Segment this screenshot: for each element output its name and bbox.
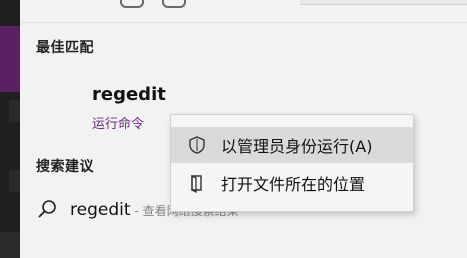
search-top-bar bbox=[20, 0, 467, 23]
menu-item-open-file-location[interactable]: 打开文件所在的位置 bbox=[171, 165, 413, 201]
search-suggestions-heading: 搜索建议 bbox=[36, 159, 94, 175]
left-rail-button[interactable] bbox=[9, 170, 20, 192]
shield-icon bbox=[185, 133, 209, 157]
folder-location-icon bbox=[185, 171, 209, 195]
left-rail-selected-indicator bbox=[0, 26, 20, 92]
best-match-heading: 最佳匹配 bbox=[36, 40, 94, 56]
menu-item-label: 以管理员身份运行(A) bbox=[221, 137, 373, 156]
best-match-app-subtitle: 运行命令 bbox=[92, 117, 145, 132]
best-match-app-name[interactable]: regedit bbox=[92, 84, 166, 105]
left-rail-button[interactable] bbox=[9, 100, 20, 122]
search-icon bbox=[38, 200, 56, 218]
search-box-edge[interactable] bbox=[300, 0, 467, 5]
top-tab-stub[interactable] bbox=[162, 0, 186, 8]
context-menu: 以管理员身份运行(A) 打开文件所在的位置 bbox=[170, 114, 414, 212]
left-rail-bottom-button[interactable] bbox=[0, 232, 20, 258]
menu-item-label: 打开文件所在的位置 bbox=[221, 175, 366, 194]
start-left-rail bbox=[0, 0, 20, 258]
suggestion-term: regedit bbox=[70, 200, 131, 220]
menu-item-run-as-admin[interactable]: 以管理员身份运行(A) bbox=[171, 127, 413, 163]
top-tab-stub[interactable] bbox=[120, 0, 144, 8]
